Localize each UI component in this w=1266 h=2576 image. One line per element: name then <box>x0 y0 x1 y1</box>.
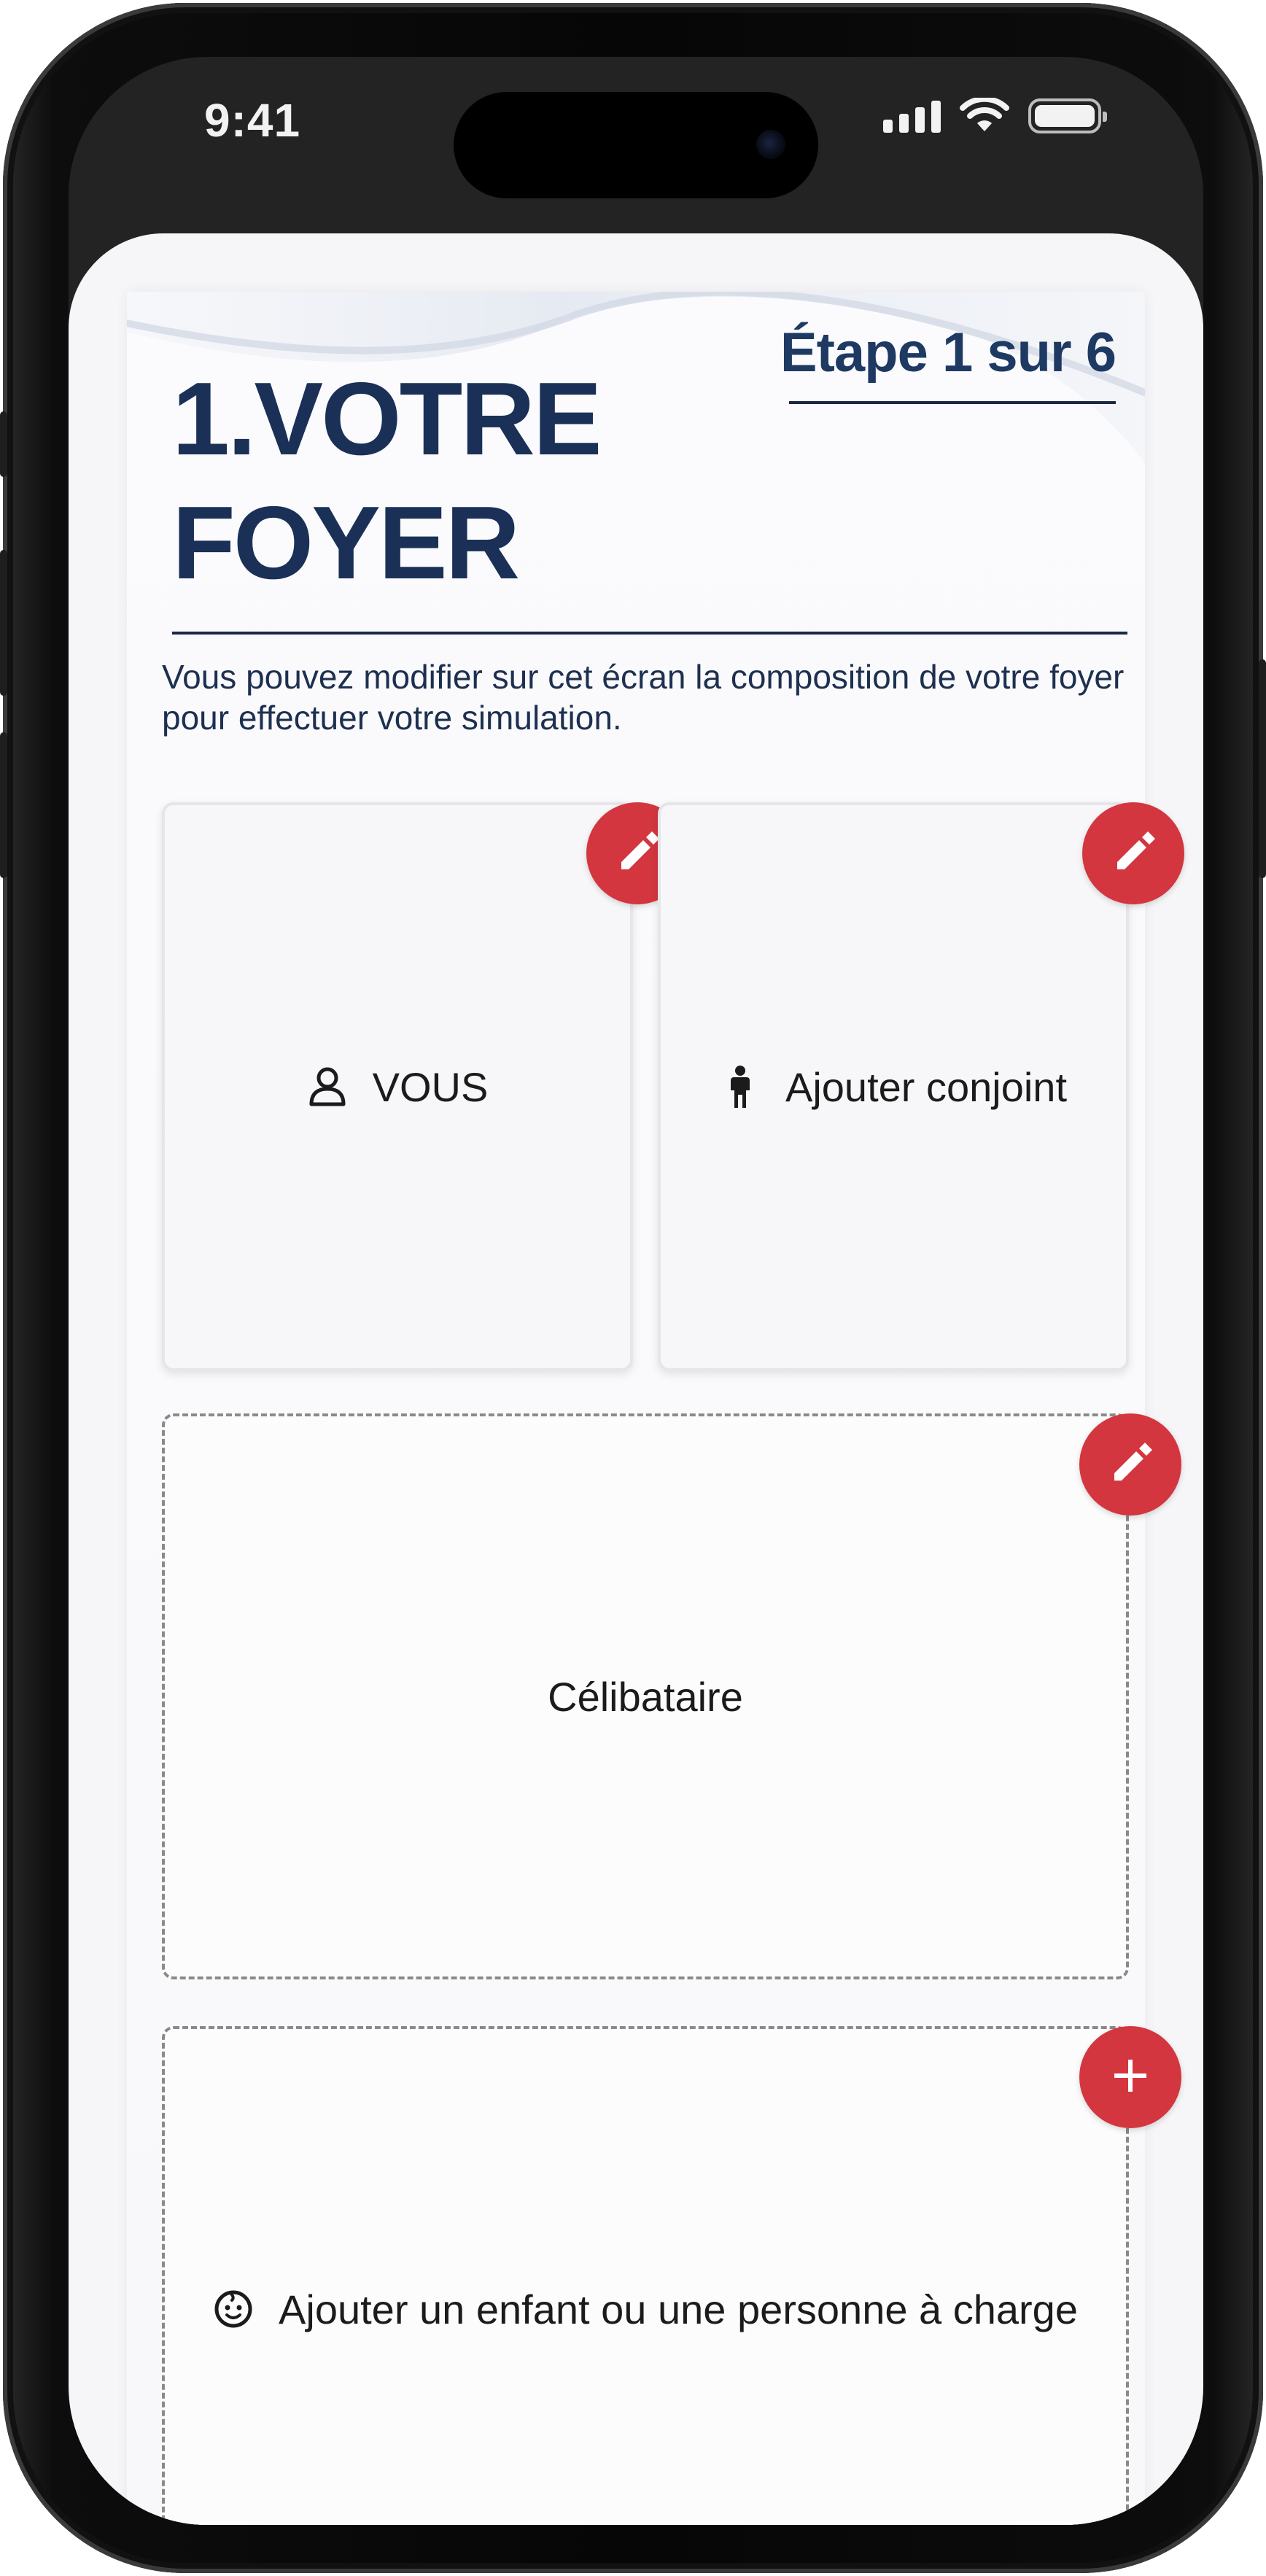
title-divider <box>172 632 1127 635</box>
app-sheet: 1.VOTRE FOYER Étape 1 sur 6 Vous pouvez … <box>69 233 1203 2525</box>
volume-up-button <box>0 550 7 696</box>
card-spouse-label: Ajouter conjoint <box>785 1063 1067 1110</box>
card-marital-status[interactable]: Célibataire <box>162 1413 1129 1979</box>
cellular-signal-icon <box>883 99 941 133</box>
phone-frame: 9:41 1.VOTRE FOYER Étape 1 sur 6 Vous po… <box>0 3 1266 2573</box>
edit-marital-status-button[interactable] <box>1079 1413 1181 1516</box>
battery-icon <box>1028 98 1107 133</box>
card-you[interactable]: VOUS <box>162 802 633 1371</box>
page-title-line-2: FOYER <box>172 485 520 601</box>
screen: 9:41 1.VOTRE FOYER Étape 1 sur 6 Vous po… <box>69 57 1203 2525</box>
step-underline <box>789 401 1116 404</box>
add-dependent-button[interactable] <box>1079 2026 1181 2128</box>
plus-icon <box>1110 2055 1151 2100</box>
page-title-line-1: 1.VOTRE <box>172 361 602 477</box>
person-outline-icon <box>307 1066 348 1107</box>
status-time: 9:41 <box>204 94 301 147</box>
card-spouse[interactable]: Ajouter conjoint <box>658 802 1129 1371</box>
card-marital-status-label: Célibataire <box>548 1673 743 1720</box>
card-you-label: VOUS <box>372 1063 489 1110</box>
dynamic-island <box>454 92 818 198</box>
content-panel: 1.VOTRE FOYER Étape 1 sur 6 Vous pouvez … <box>127 292 1184 2525</box>
status-icons <box>883 98 1107 134</box>
status-bar: 9:41 <box>69 57 1203 232</box>
pencil-icon <box>614 829 661 879</box>
wifi-icon <box>960 98 1009 131</box>
baby-face-icon <box>213 2289 254 2329</box>
card-add-dependent-label: Ajouter un enfant ou une personne à char… <box>279 2286 1078 2332</box>
pencil-icon <box>1107 1440 1154 1490</box>
intro-text: Vous pouvez modifier sur cet écran la co… <box>162 658 1125 737</box>
card-add-dependent[interactable]: Ajouter un enfant ou une personne à char… <box>162 2026 1129 2525</box>
volume-down-button <box>0 732 7 878</box>
person-standing-icon <box>720 1066 761 1108</box>
edit-spouse-button[interactable] <box>1082 802 1184 904</box>
page-title: 1.VOTRE FOYER <box>172 357 683 605</box>
power-button <box>1259 659 1266 878</box>
step-indicator: Étape 1 sur 6 <box>780 322 1117 384</box>
mute-switch <box>0 411 7 477</box>
camera-icon <box>756 130 785 159</box>
pencil-icon <box>1110 829 1157 879</box>
